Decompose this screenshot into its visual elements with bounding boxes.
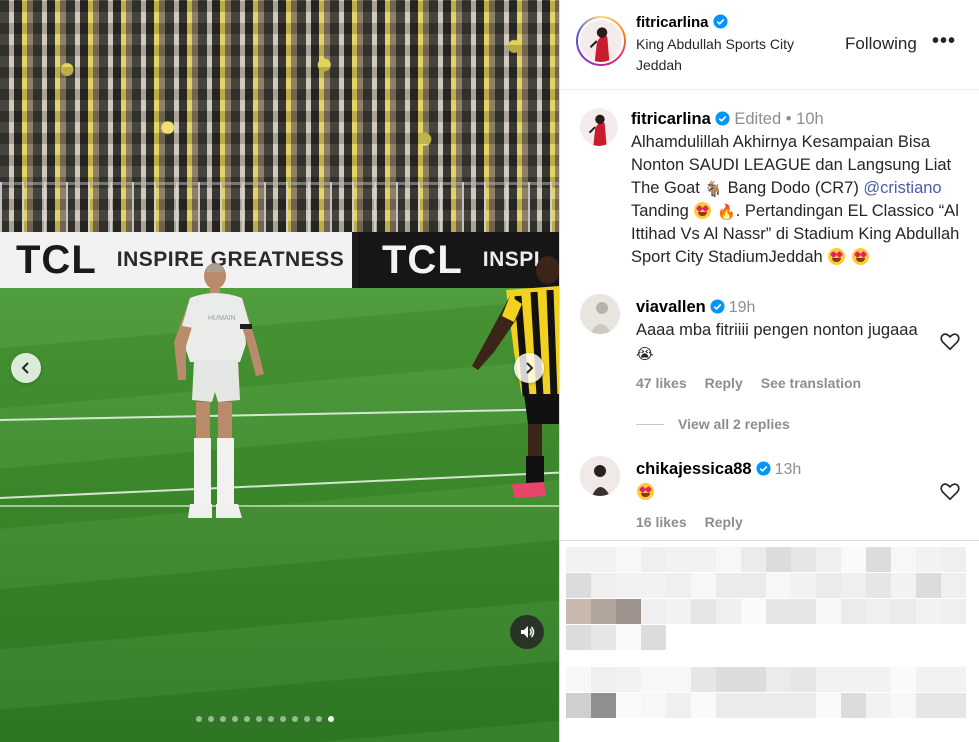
- carousel-next-button[interactable]: [514, 353, 544, 383]
- player-yellow-kit: [472, 256, 559, 498]
- comment-avatar[interactable]: [580, 456, 620, 496]
- speaker-icon: [521, 626, 535, 638]
- heart-eyes-emoji: [828, 248, 846, 265]
- verified-badge-icon: [713, 14, 728, 29]
- comment-likes[interactable]: 16 likes: [636, 514, 687, 530]
- carousel-dot: [280, 716, 286, 722]
- reply-button[interactable]: Reply: [705, 514, 743, 530]
- edited-label: Edited: [734, 110, 782, 128]
- caption-avatar[interactable]: [580, 108, 618, 146]
- ad-brand-left: TCL: [16, 237, 97, 282]
- header-username[interactable]: fitricarlina: [636, 14, 709, 31]
- carousel-dot: [208, 716, 214, 722]
- heart-eyes-emoji: [694, 202, 712, 219]
- comment-username[interactable]: chikajessica88: [636, 460, 752, 478]
- verified-badge-icon: [715, 111, 730, 126]
- carousel-dot: [232, 716, 238, 722]
- comment-time[interactable]: 19h: [729, 299, 756, 316]
- caption-text: fitricarlina Edited • 10h Alhamdulillah …: [631, 108, 969, 269]
- svg-text:HUMAIN: HUMAIN: [208, 315, 236, 322]
- carousel-dot: [304, 716, 310, 722]
- fire-emoji: 🔥: [717, 204, 736, 221]
- caption-time[interactable]: 10h: [796, 110, 824, 128]
- comment-avatar[interactable]: [580, 294, 620, 334]
- carousel-dot: [256, 716, 262, 722]
- heart-icon[interactable]: [939, 480, 961, 502]
- location-link-city[interactable]: Jeddah: [636, 57, 682, 73]
- crying-emoji: 😭: [636, 346, 654, 363]
- heart-eyes-emoji: [851, 248, 869, 265]
- carousel-dot: [196, 716, 202, 722]
- heart-eyes-emoji: [637, 483, 654, 500]
- see-translation-button[interactable]: See translation: [761, 375, 861, 391]
- comment-time[interactable]: 13h: [775, 461, 802, 478]
- carousel-indicator: [196, 716, 334, 722]
- verified-badge-icon: [756, 461, 771, 476]
- post-header: fitricarlina King Abdullah Sports City J…: [560, 0, 979, 90]
- story-ring[interactable]: [576, 16, 626, 66]
- carousel-dot: [292, 716, 298, 722]
- mention-link[interactable]: @cristiano: [863, 179, 941, 197]
- following-button[interactable]: Following: [845, 34, 917, 54]
- comment-likes[interactable]: 47 likes: [636, 375, 687, 391]
- player-white-kit: HUMAIN: [174, 263, 264, 518]
- more-options-icon[interactable]: •••: [932, 30, 956, 53]
- comment-username[interactable]: viavallen: [636, 298, 706, 316]
- avatar: [580, 20, 622, 62]
- blurred-content: [566, 547, 979, 742]
- sound-toggle-button[interactable]: [510, 615, 544, 649]
- caption-username[interactable]: fitricarlina: [631, 110, 711, 128]
- post-media[interactable]: TCL INSPIRE GREATNESS TCL INSPI HUMAIN: [0, 0, 559, 742]
- carousel-prev-button[interactable]: [11, 353, 41, 383]
- goat-emoji: 🐐: [704, 181, 724, 198]
- carousel-dot: [268, 716, 274, 722]
- section-divider: [560, 540, 979, 541]
- caption-body-2: Bang Dodo (CR7): [727, 179, 859, 197]
- comment-text: Aaaa mba fitriiii pengen nonton jugaaa: [636, 321, 918, 339]
- carousel-dot: [220, 716, 226, 722]
- meta-separator: •: [785, 110, 792, 128]
- replies-divider: [636, 424, 664, 425]
- reply-button[interactable]: Reply: [705, 375, 743, 391]
- post-side-panel: fitricarlina King Abdullah Sports City J…: [559, 0, 979, 742]
- chevron-left-icon: [21, 362, 29, 374]
- verified-badge-icon: [710, 299, 725, 314]
- carousel-dot: [244, 716, 250, 722]
- carousel-dot: [316, 716, 322, 722]
- heart-icon[interactable]: [939, 330, 961, 352]
- view-replies-button[interactable]: View all 2 replies: [678, 416, 790, 432]
- location-link[interactable]: King Abdullah Sports City: [636, 36, 794, 52]
- ad-brand-right: TCL: [382, 237, 463, 282]
- caption-body-3: Tanding: [631, 202, 689, 220]
- chevron-right-icon: [526, 362, 534, 374]
- carousel-dot: [328, 716, 334, 722]
- stadium-railing: [0, 182, 559, 232]
